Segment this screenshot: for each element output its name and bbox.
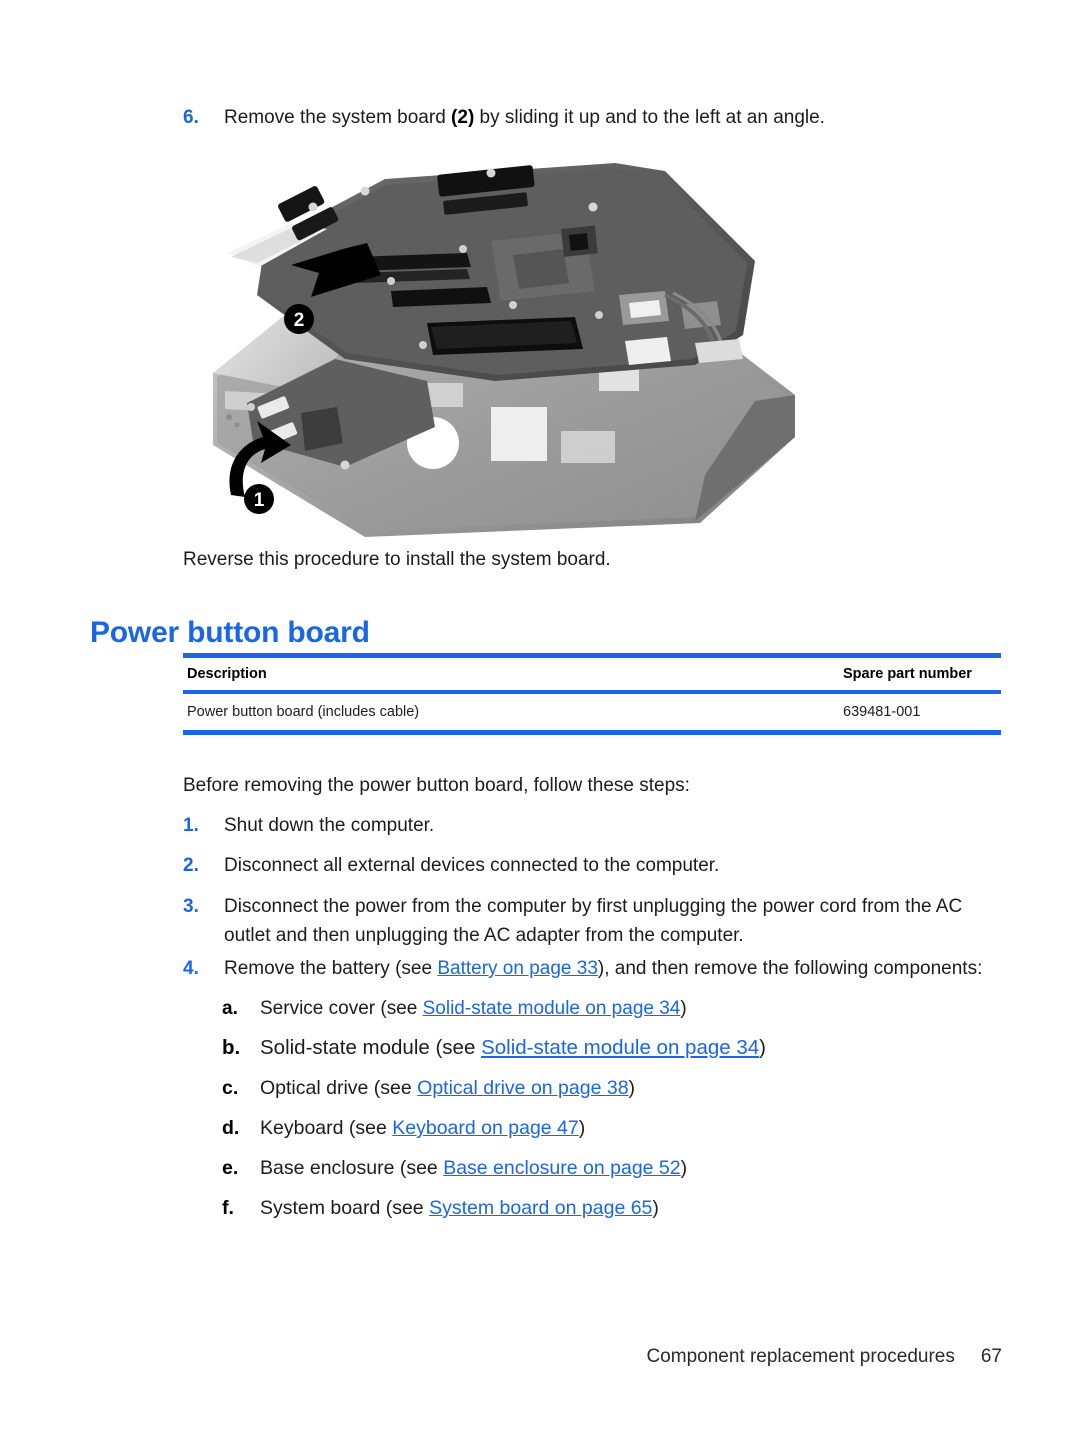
link-solid-state-module-on-page-34-a[interactable]: Solid-state module on page 34	[423, 998, 681, 1019]
callout-1-label: 1	[254, 490, 265, 511]
step-4: 4. Remove the battery (see Battery on pa…	[183, 955, 983, 982]
substep-f-marker: f.	[222, 1197, 234, 1219]
step-3-marker: 3.	[183, 896, 199, 917]
system-board-removal-illustration: 2 1	[195, 145, 815, 540]
page-title: Power button board	[90, 616, 370, 650]
step-2-marker: 2.	[183, 855, 199, 876]
substep-b-text: Solid-state module (see Solid-state modu…	[260, 1036, 766, 1059]
callout-2-badge: 2	[284, 304, 314, 334]
step-6-marker: 6.	[183, 107, 199, 128]
step-4-text: Remove the battery (see Battery on page …	[224, 958, 983, 979]
substep-a-marker: a.	[222, 998, 238, 1019]
step-2: 2. Disconnect all external devices conne…	[183, 852, 963, 879]
substep-c-marker: c.	[222, 1077, 239, 1099]
substep-e-marker: e.	[222, 1157, 239, 1179]
substep-c-text: Optical drive (see Optical drive on page…	[260, 1077, 636, 1099]
substep-b: b. Solid-state module (see Solid-state m…	[222, 1034, 1002, 1062]
table-header-row: Description Spare part number	[183, 658, 1001, 690]
substep-d: d. Keyboard (see Keyboard on page 47)	[222, 1115, 982, 1142]
step-3-text: Disconnect the power from the computer b…	[224, 896, 963, 946]
substep-d-marker: d.	[222, 1117, 240, 1139]
callout-2-label: 2	[294, 310, 305, 331]
step-6-text: Remove the system board (2) by sliding i…	[224, 107, 825, 128]
step-4-marker: 4.	[183, 958, 199, 979]
table-rule-bottom	[183, 730, 1001, 735]
footer-page-number: 67	[980, 1346, 1002, 1367]
intro-text: Before removing the power button board, …	[183, 775, 690, 796]
substep-a-text: Service cover (see Solid-state module on…	[260, 998, 687, 1019]
substep-b-marker: b.	[222, 1036, 241, 1059]
callout-1-badge: 1	[244, 484, 274, 514]
link-keyboard-on-page-47[interactable]: Keyboard on page 47	[392, 1117, 579, 1139]
step-3: 3. Disconnect the power from the compute…	[183, 892, 995, 950]
link-solid-state-module-on-page-34-b[interactable]: Solid-state module on page 34	[481, 1036, 759, 1059]
step-1-text: Shut down the computer.	[224, 815, 435, 836]
link-base-enclosure-on-page-52[interactable]: Base enclosure on page 52	[443, 1157, 680, 1179]
page-footer: Component replacement procedures 67	[0, 1346, 1080, 1368]
intro-line: Before removing the power button board, …	[183, 772, 943, 799]
substep-f: f. System board (see System board on pag…	[222, 1195, 982, 1222]
step-1: 1. Shut down the computer.	[183, 812, 943, 839]
step-6: 6. Remove the system board (2) by slidin…	[183, 104, 1003, 131]
table-row: Power button board (includes cable) 6394…	[183, 694, 1001, 730]
substep-f-text: System board (see System board on page 6…	[260, 1197, 659, 1219]
spare-parts-table: Description Spare part number Power butt…	[183, 653, 1001, 735]
cell-description: Power button board (includes cable)	[187, 704, 420, 720]
column-header-spare-part-number: Spare part number	[843, 666, 972, 682]
footer-chapter-title: Component replacement procedures	[646, 1346, 955, 1367]
column-header-description: Description	[187, 666, 267, 682]
substep-a: a. Service cover (see Solid-state module…	[222, 995, 982, 1022]
step-1-marker: 1.	[183, 815, 199, 836]
link-system-board-on-page-65[interactable]: System board on page 65	[429, 1197, 652, 1219]
link-optical-drive-on-page-38[interactable]: Optical drive on page 38	[417, 1077, 628, 1099]
substep-e-text: Base enclosure (see Base enclosure on pa…	[260, 1157, 688, 1179]
substep-e: e. Base enclosure (see Base enclosure on…	[222, 1155, 982, 1182]
substep-c: c. Optical drive (see Optical drive on p…	[222, 1075, 982, 1102]
step-2-text: Disconnect all external devices connecte…	[224, 855, 720, 876]
reverse-procedure-text: Reverse this procedure to install the sy…	[183, 549, 611, 570]
reverse-procedure-note: Reverse this procedure to install the sy…	[183, 546, 883, 573]
callout-ref-2: (2)	[451, 107, 475, 128]
document-page: 6. Remove the system board (2) by slidin…	[0, 0, 1080, 1437]
substep-d-text: Keyboard (see Keyboard on page 47)	[260, 1117, 586, 1139]
cell-spare-part-number: 639481-001	[843, 704, 921, 720]
link-battery-on-page-33[interactable]: Battery on page 33	[437, 958, 598, 979]
